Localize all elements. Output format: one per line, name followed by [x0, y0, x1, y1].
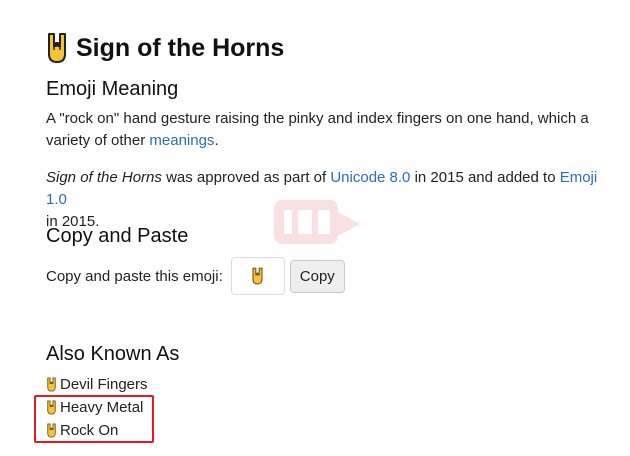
- unicode-link[interactable]: Unicode 8.0: [330, 169, 410, 186]
- page-title: Sign of the Horns: [46, 30, 284, 66]
- copy-row: Copy and paste this emoji: Copy: [46, 257, 345, 295]
- emoji-name-italic: Sign of the Horns: [46, 169, 162, 186]
- copy-button[interactable]: Copy: [289, 259, 345, 293]
- sign-of-the-horns-icon: [252, 267, 263, 285]
- page-title-text: Sign of the Horns: [76, 33, 285, 62]
- aka-label: Devil Fingers: [60, 376, 148, 393]
- meaning-text: A "rock on" hand gesture raising the pin…: [46, 110, 589, 149]
- meaning-text-end: .: [214, 132, 219, 149]
- meaning-paragraph: A "rock on" hand gesture raising the pin…: [46, 108, 606, 152]
- sign-of-the-horns-icon: [47, 377, 56, 392]
- copy-heading: Copy and Paste: [46, 225, 189, 247]
- meaning-heading: Emoji Meaning: [46, 78, 179, 100]
- list-item: Devil Fingers: [46, 373, 148, 396]
- sign-of-the-horns-icon: [48, 33, 66, 63]
- watermark-logo: [274, 200, 360, 244]
- copy-label: Copy and paste this emoji:: [46, 267, 223, 285]
- emoji-copy-box[interactable]: [230, 257, 285, 295]
- aka-heading: Also Known As: [46, 343, 180, 365]
- meanings-link[interactable]: meanings: [149, 132, 214, 149]
- history-text-2: in 2015 and added to: [410, 169, 560, 186]
- history-text-1: was approved as part of: [161, 169, 331, 186]
- highlight-annotation-box: [34, 395, 154, 443]
